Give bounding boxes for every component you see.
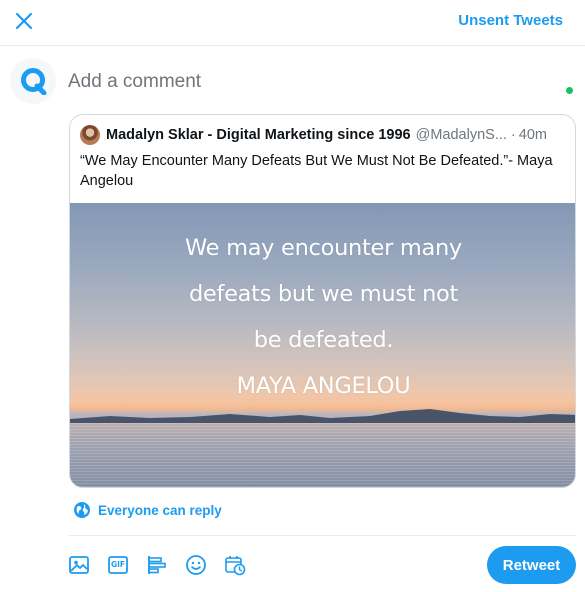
lake-water	[70, 423, 575, 487]
quoted-author-name: Madalyn Sklar - Digital Marketing since …	[106, 127, 411, 143]
quoted-separator: ·	[510, 127, 516, 143]
comment-input[interactable]	[68, 68, 548, 96]
emoji-button[interactable]	[184, 553, 208, 577]
toolbar-divider	[69, 535, 576, 536]
quoted-tweet-header: Madalyn Sklar - Digital Marketing since …	[80, 125, 565, 145]
schedule-icon	[225, 556, 246, 576]
reply-setting-label: Everyone can reply	[98, 502, 222, 518]
schedule-button[interactable]	[223, 553, 247, 577]
quoted-timestamp: 40m	[518, 127, 547, 143]
globe-icon	[74, 502, 90, 518]
avatar	[10, 58, 56, 104]
horizon-mountains	[70, 409, 575, 425]
image-quote-line-2: defeats but we must not	[188, 281, 459, 307]
reply-setting-button[interactable]: Everyone can reply	[73, 499, 222, 521]
image-quote-author: MAYA ANGELOU	[236, 373, 411, 399]
poll-icon	[148, 556, 166, 574]
app-logo-icon	[21, 68, 47, 95]
modal-header: Unsent Tweets	[0, 0, 585, 46]
image-quote-line-1: We may encounter many	[185, 235, 462, 261]
quoted-tweet-card[interactable]: Madalyn Sklar - Digital Marketing since …	[69, 114, 576, 488]
image-icon	[69, 556, 89, 574]
gif-button[interactable]: GIF	[106, 553, 130, 577]
close-button[interactable]	[12, 9, 36, 33]
status-dot	[566, 87, 573, 94]
quoted-author-handle: @MadalynS...	[415, 127, 507, 143]
quoted-tweet-image[interactable]: We may encounter many defeats but we mus…	[70, 203, 575, 487]
poll-button[interactable]	[145, 553, 169, 577]
unsent-tweets-link[interactable]: Unsent Tweets	[458, 12, 563, 29]
retweet-button[interactable]: Retweet	[487, 546, 576, 584]
media-button[interactable]	[67, 553, 91, 577]
emoji-icon	[186, 555, 206, 575]
gif-label: GIF	[110, 560, 126, 569]
image-quote-line-3: be defeated.	[253, 327, 394, 353]
quoted-author-avatar	[80, 125, 100, 145]
quoted-tweet-text: “We May Encounter Many Defeats But We Mu…	[80, 153, 553, 189]
close-icon	[15, 12, 33, 30]
